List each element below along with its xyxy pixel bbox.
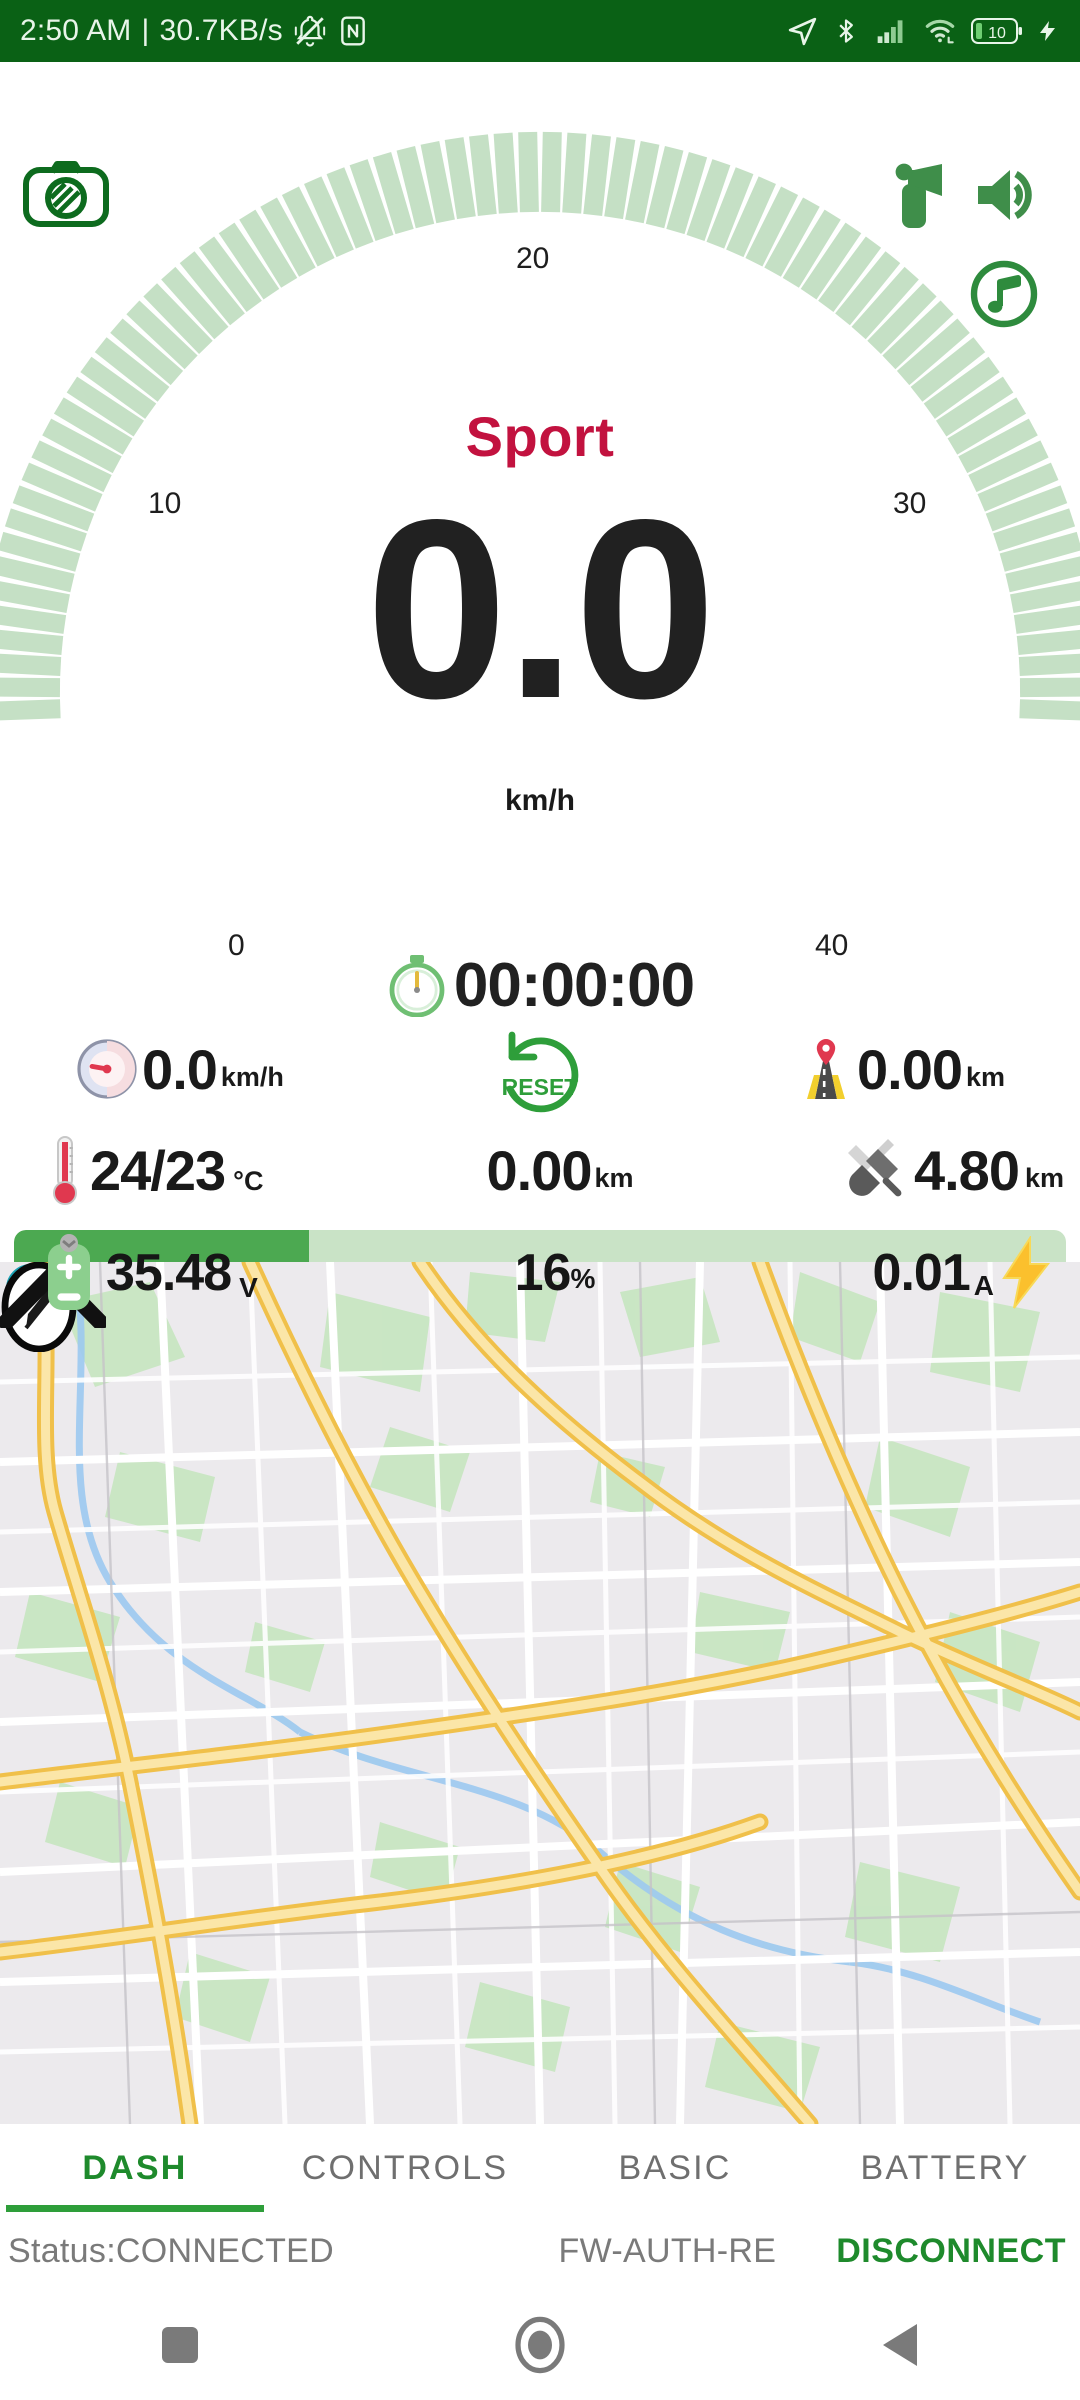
status-bar-left: 2:50 AM | 30.7KB/s xyxy=(20,14,369,48)
gauge-tick-mark xyxy=(625,141,660,224)
avg-speed-cell: 0.0 km/h xyxy=(0,1037,360,1102)
back-button[interactable] xyxy=(720,2322,1080,2368)
temperature-cell: 24/23 °C xyxy=(0,1134,380,1206)
nfc-icon xyxy=(340,16,365,46)
speed-unit-label: km/h xyxy=(504,784,576,817)
status-netspeed: 30.7KB/s xyxy=(159,14,283,47)
android-navigation-bar[interactable] xyxy=(0,2290,1080,2400)
speedometer-icon xyxy=(77,1039,137,1099)
range-unit: km xyxy=(1024,1163,1064,1193)
tab-controls[interactable]: CONTROLS xyxy=(270,2124,540,2212)
speed-readout: 0.0 xyxy=(365,467,717,752)
gauge-tick-20: 20 xyxy=(516,242,550,275)
triangle-back-icon[interactable] xyxy=(879,2322,921,2368)
trip-distance-cell: 0.00 km xyxy=(720,1037,1080,1102)
gauge-tick-mark xyxy=(518,131,539,213)
battery-current-cell: 0.01 A xyxy=(666,1236,1066,1310)
reset-label: RESET xyxy=(502,1074,579,1100)
connection-status-text: Status:CONNECTED xyxy=(8,2231,334,2270)
lightning-bolt-icon xyxy=(1002,1236,1051,1309)
signal-bars-icon xyxy=(877,20,903,43)
mute-bell-icon xyxy=(294,15,325,47)
map-view[interactable]: Zeiss-Großplanetarium rger Tor ckpoint C… xyxy=(0,1262,1080,2124)
battery-voltage-unit: V xyxy=(239,1272,258,1303)
status-bar-right: 10 xyxy=(786,15,1060,48)
temperature-value: 24/23 xyxy=(90,1138,226,1202)
gauge-tick-mark xyxy=(583,134,611,216)
ride-timer-value: 00:00:00 xyxy=(453,950,695,1020)
bluetooth-icon xyxy=(839,19,853,43)
speed-gauge: 0 10 20 30 40 Sport 0.0 km/h xyxy=(0,62,1080,1082)
square-icon[interactable] xyxy=(160,2325,200,2365)
charging-bolt-icon xyxy=(1040,21,1055,41)
battery-percent-value: 16 xyxy=(514,1244,572,1302)
camera-disabled-icon[interactable] xyxy=(22,156,110,228)
gauge-tick-mark xyxy=(469,134,497,216)
battery-voltage-cell: 35.48 V xyxy=(14,1234,444,1312)
odometer-unit: km xyxy=(594,1162,634,1193)
air-horn-icon[interactable] xyxy=(882,158,946,238)
odometer-value: 0.00 xyxy=(486,1138,592,1202)
dash-panel: 0 10 20 30 40 Sport 0.0 km/h 00:00:00 0.… xyxy=(0,62,1080,1316)
battery-percent-cell: 16 % xyxy=(444,1243,666,1303)
gauge-tick-mark xyxy=(444,137,476,220)
tab-battery[interactable]: BATTERY xyxy=(810,2124,1080,2212)
ride-mode-label: Sport xyxy=(465,405,615,468)
gauge-tick-mark xyxy=(604,137,636,220)
temperature-unit: °C xyxy=(233,1166,264,1196)
tab-bar[interactable]: DASH CONTROLS BASIC BATTERY xyxy=(0,2124,1080,2212)
wifi-icon xyxy=(925,19,955,44)
tab-basic[interactable]: BASIC xyxy=(540,2124,810,2212)
trip-stats-row: 0.0 km/h RESET 0.00 km xyxy=(0,1024,1080,1114)
battery-icon: 10 xyxy=(971,18,1022,44)
tab-dash[interactable]: DASH xyxy=(0,2124,270,2212)
reset-button[interactable]: RESET xyxy=(360,1023,720,1115)
plug-icon xyxy=(847,1139,902,1197)
stopwatch-icon xyxy=(389,955,445,1017)
odometer-cell: 0.00 km xyxy=(380,1138,740,1203)
status-separator: | xyxy=(141,14,150,47)
gauge-tick-mark xyxy=(420,141,455,224)
location-arrow-icon xyxy=(788,17,817,45)
battery-current-value: 0.01 xyxy=(872,1244,971,1302)
map-canvas xyxy=(0,1262,1080,2124)
trip-distance-unit: km xyxy=(965,1061,1006,1092)
firmware-label: FW-AUTH-RE xyxy=(558,2231,777,2270)
gauge-tick-mark xyxy=(493,132,518,214)
avg-speed-value: 0.0 xyxy=(142,1037,218,1101)
volume-icon[interactable] xyxy=(972,162,1044,228)
gauge-tick-mark xyxy=(541,131,562,213)
battery-level-text: 10 xyxy=(988,25,1006,42)
recents-button[interactable] xyxy=(0,2325,360,2365)
music-note-icon[interactable] xyxy=(968,258,1040,330)
battery-cell-icon xyxy=(48,1234,90,1310)
temperature-row: 24/23 °C 0.00 km 4.80 km xyxy=(0,1124,1080,1216)
range-cell: 4.80 km xyxy=(740,1137,1080,1203)
thermometer-icon xyxy=(53,1136,77,1205)
status-time: 2:50 AM xyxy=(20,14,132,47)
home-button[interactable] xyxy=(360,2316,720,2374)
road-pin-icon xyxy=(806,1039,845,1099)
disconnect-button[interactable]: DISCONNECT xyxy=(836,2232,1066,2271)
avg-speed-unit: km/h xyxy=(220,1061,284,1092)
battery-current-unit: A xyxy=(973,1270,994,1301)
range-value: 4.80 xyxy=(913,1138,1020,1202)
ride-timer-row: 00:00:00 xyxy=(0,949,1080,1021)
connection-status-bar: Status:CONNECTED FW-AUTH-RE DISCONNECT xyxy=(0,2212,1080,2290)
battery-percent-unit: % xyxy=(570,1263,596,1294)
gauge-tick-mark xyxy=(562,132,587,214)
circle-icon[interactable] xyxy=(514,2316,566,2374)
trip-distance-value: 0.00 xyxy=(856,1037,963,1101)
reset-icon[interactable]: RESET xyxy=(486,1023,594,1115)
battery-voltage-value: 35.48 xyxy=(106,1244,232,1302)
